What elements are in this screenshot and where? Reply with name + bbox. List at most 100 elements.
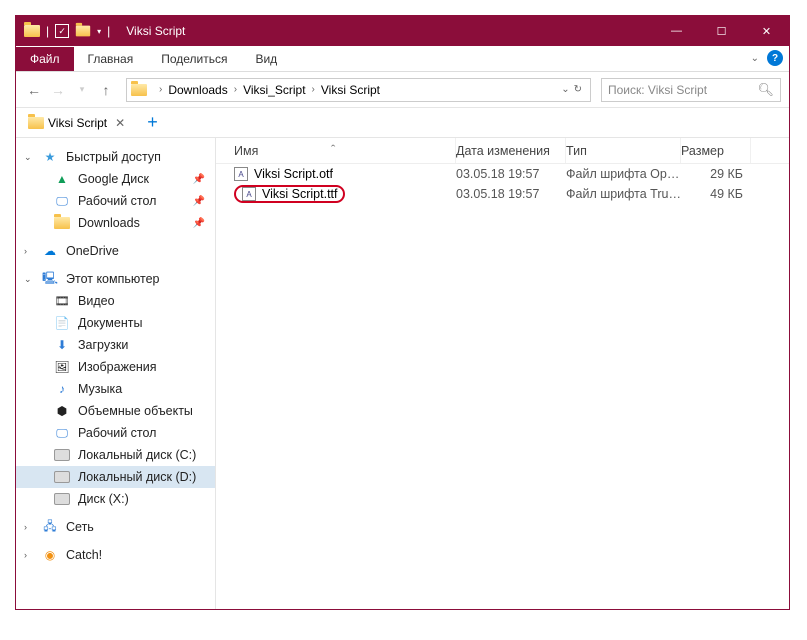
folder-tab[interactable]: Viksi Script ✕: [22, 113, 135, 133]
sidebar-item-googledrive[interactable]: ▲ Google Диск 📌: [16, 168, 215, 190]
breadcrumb-item[interactable]: Downloads: [168, 83, 227, 97]
sidebar-item-pictures[interactable]: 🖼Изображения: [16, 356, 215, 378]
col-header-name[interactable]: Имя ˆ: [216, 138, 456, 163]
sidebar-label: Документы: [78, 316, 142, 330]
breadcrumb-item[interactable]: Viksi Script: [321, 83, 380, 97]
help-icon[interactable]: ?: [767, 50, 783, 66]
chevron-right-icon[interactable]: ›: [228, 84, 243, 95]
file-row[interactable]: A Viksi Script.ttf 03.05.18 19:57 Файл ш…: [216, 184, 789, 204]
sidebar-catch[interactable]: › ◉ Catch!: [16, 544, 215, 566]
back-button[interactable]: ←: [24, 80, 44, 100]
refresh-icon[interactable]: ↻: [574, 84, 582, 95]
sidebar-label: Объемные объекты: [78, 404, 193, 418]
file-date: 03.05.18 19:57: [456, 187, 566, 201]
sidebar-item-music[interactable]: ♪Музыка: [16, 378, 215, 400]
new-tab-button[interactable]: +: [139, 112, 158, 133]
checkbox-icon[interactable]: ✓: [55, 24, 69, 38]
search-icon[interactable]: 🔍︎: [757, 82, 774, 98]
file-row[interactable]: A Viksi Script.otf 03.05.18 19:57 Файл ш…: [216, 164, 789, 184]
breadcrumb-item[interactable]: Viksi_Script: [243, 83, 305, 97]
file-type: Файл шрифта Tru…: [566, 187, 681, 201]
folder-icon: [54, 217, 70, 229]
history-dropdown-icon[interactable]: ▾: [72, 80, 92, 100]
chevron-right-icon[interactable]: ›: [306, 84, 321, 95]
sidebar-item-desktop2[interactable]: 🖵Рабочий стол: [16, 422, 215, 444]
sidebar-network[interactable]: › 🖧 Сеть: [16, 516, 215, 538]
pin-icon[interactable]: 📌: [193, 218, 207, 229]
chevron-right-icon[interactable]: ›: [24, 522, 34, 532]
video-icon: 🎞: [54, 293, 70, 309]
disk-icon: [54, 471, 70, 483]
sidebar-label: Catch!: [66, 548, 102, 562]
close-button[interactable]: ✕: [744, 16, 789, 46]
star-icon: ★: [42, 149, 58, 165]
sort-asc-icon: ˆ: [331, 142, 335, 157]
file-date: 03.05.18 19:57: [456, 167, 566, 181]
catch-icon: ◉: [42, 547, 58, 563]
sidebar-onedrive[interactable]: › ☁ OneDrive: [16, 240, 215, 262]
sidebar-item-downloads[interactable]: Downloads 📌: [16, 212, 215, 234]
close-tab-icon[interactable]: ✕: [111, 116, 129, 130]
sidebar-label: Downloads: [78, 216, 140, 230]
sidebar-item-3dobjects[interactable]: ⬢Объемные объекты: [16, 400, 215, 422]
col-label: Дата изменения: [456, 144, 550, 158]
sidebar-label: Сеть: [66, 520, 94, 534]
pin-icon[interactable]: 📌: [193, 174, 207, 185]
content-area: ⌄ ★ Быстрый доступ ▲ Google Диск 📌 🖵 Раб…: [16, 138, 789, 609]
folder-icon: [28, 117, 44, 129]
qat-separator: |: [107, 24, 110, 38]
tab-view[interactable]: Вид: [241, 47, 291, 71]
forward-button[interactable]: →: [48, 80, 68, 100]
sidebar-item-disk-d[interactable]: Локальный диск (D:): [16, 466, 215, 488]
folder-icon: [24, 25, 40, 37]
column-headers[interactable]: Имя ˆ Дата изменения Тип Размер: [216, 138, 789, 164]
sidebar-item-desktop[interactable]: 🖵 Рабочий стол 📌: [16, 190, 215, 212]
tab-bar: Viksi Script ✕ +: [16, 108, 789, 138]
chevron-right-icon[interactable]: ›: [24, 246, 34, 256]
sidebar-thispc[interactable]: ⌄ 🖳 Этот компьютер: [16, 268, 215, 290]
nav-bar: ← → ▾ ↑ › Downloads › Viksi_Script › Vik…: [16, 72, 789, 108]
sidebar-item-disk-x[interactable]: Диск (X:): [16, 488, 215, 510]
dropdown-icon[interactable]: ⌄: [561, 84, 569, 95]
chevron-down-icon[interactable]: ⌄: [24, 274, 34, 285]
sidebar-label: Локальный диск (C:): [78, 448, 196, 462]
col-header-type[interactable]: Тип: [566, 138, 681, 163]
maximize-button[interactable]: ☐: [699, 16, 744, 46]
up-button[interactable]: ↑: [96, 80, 116, 100]
sidebar-item-videos[interactable]: 🎞Видео: [16, 290, 215, 312]
chevron-right-icon[interactable]: ›: [24, 550, 34, 560]
minimize-button[interactable]: —: [654, 16, 699, 46]
chevron-right-icon[interactable]: ›: [153, 84, 168, 95]
disk-icon: [54, 493, 70, 505]
disk-icon: [54, 449, 70, 461]
title-bar[interactable]: | ✓ ▾ | Viksi Script — ☐ ✕: [16, 16, 789, 46]
col-label: Имя: [234, 144, 258, 158]
chevron-down-icon[interactable]: ⌄: [24, 152, 34, 163]
sidebar-item-downloads2[interactable]: ⬇Загрузки: [16, 334, 215, 356]
col-header-size[interactable]: Размер: [681, 138, 751, 163]
sidebar-label: Этот компьютер: [66, 272, 159, 286]
sidebar-item-documents[interactable]: 📄Документы: [16, 312, 215, 334]
chevron-down-icon[interactable]: ⌄: [751, 53, 759, 64]
explorer-window: | ✓ ▾ | Viksi Script — ☐ ✕ Файл Главная …: [15, 15, 790, 610]
col-label: Размер: [681, 144, 724, 158]
sidebar-label: OneDrive: [66, 244, 119, 258]
file-size: 29 КБ: [681, 167, 751, 181]
sidebar-quick-access[interactable]: ⌄ ★ Быстрый доступ: [16, 146, 215, 168]
address-bar[interactable]: › Downloads › Viksi_Script › Viksi Scrip…: [126, 78, 591, 102]
nav-sidebar: ⌄ ★ Быстрый доступ ▲ Google Диск 📌 🖵 Раб…: [16, 138, 216, 609]
pin-icon[interactable]: 📌: [193, 196, 207, 207]
col-label: Тип: [566, 144, 587, 158]
qat-separator: |: [46, 24, 49, 38]
tab-share[interactable]: Поделиться: [147, 47, 241, 71]
qat-dropdown-icon[interactable]: ▾: [97, 27, 101, 36]
tab-file[interactable]: Файл: [16, 47, 74, 71]
tab-home[interactable]: Главная: [74, 47, 148, 71]
col-header-date[interactable]: Дата изменения: [456, 138, 566, 163]
file-name: Viksi Script.otf: [254, 167, 333, 181]
search-input[interactable]: Поиск: Viksi Script 🔍︎: [601, 78, 781, 102]
pc-icon: 🖳: [42, 271, 58, 287]
sidebar-item-disk-c[interactable]: Локальный диск (C:): [16, 444, 215, 466]
network-icon: 🖧: [42, 519, 58, 535]
font-file-icon: A: [234, 167, 248, 181]
